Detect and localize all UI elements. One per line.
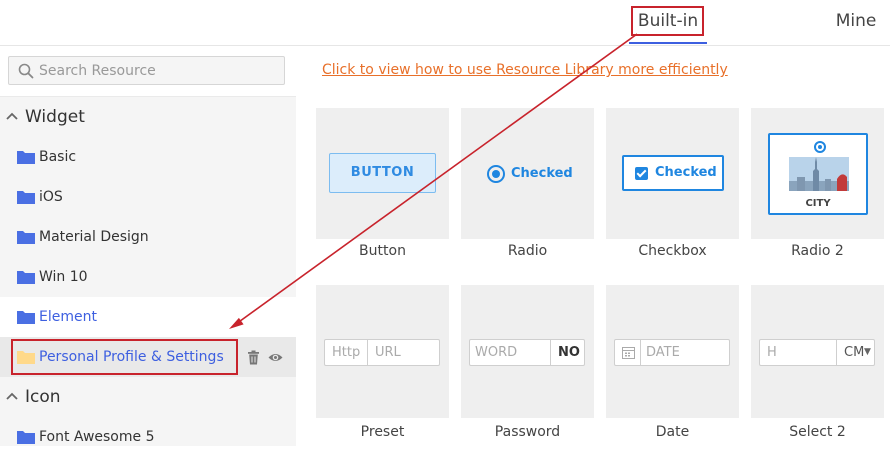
help-link[interactable]: Click to view how to use Resource Librar… (322, 62, 728, 78)
widget-name: Radio 2 (791, 243, 844, 259)
sidebar-item-font-awesome-5[interactable]: Font Awesome 5 (0, 417, 296, 457)
password-text: WORD (475, 345, 518, 360)
search-input[interactable] (39, 57, 279, 84)
widget-name: Checkbox (638, 243, 707, 259)
sidebar-item-ios[interactable]: iOS (0, 177, 296, 217)
radio-checked-icon (487, 165, 505, 183)
folder-icon (17, 231, 35, 244)
widget-preview: H CM ▼ (751, 285, 884, 418)
sidebar-item-label: Basic (39, 149, 77, 165)
active-tab-underline (629, 42, 707, 44)
sidebar-item-personal-profile[interactable]: Personal Profile & Settings (0, 337, 296, 377)
select-2-text: H (767, 345, 777, 360)
password-preview: WORD NO (469, 339, 585, 366)
sidebar: Widget Basic iOS Material Design Win 10 … (0, 96, 296, 446)
section-widget-title: Widget (25, 107, 85, 127)
preset-preview: Http URL (324, 339, 440, 366)
city-image (789, 157, 849, 191)
widget-preview: BUTTON (316, 108, 449, 239)
checkbox-preview: Checked (622, 155, 724, 191)
radio-checked-icon (814, 141, 826, 153)
widget-name: Date (655, 424, 690, 440)
radio-2-preview: CITY (768, 133, 868, 215)
sidebar-item-label: Font Awesome 5 (39, 429, 155, 445)
tab-mine-label: Mine (835, 11, 877, 31)
divider (836, 340, 837, 365)
divider (550, 340, 551, 365)
tab-built-in[interactable]: Built-in (629, 0, 707, 44)
sidebar-item-element[interactable]: Element (0, 297, 296, 337)
button-preview: BUTTON (329, 153, 436, 193)
widget-preview: CITY (751, 108, 884, 239)
highlight-box (11, 339, 238, 375)
folder-icon (17, 151, 35, 164)
sidebar-item-label: iOS (39, 189, 63, 205)
highlight-box (631, 6, 704, 36)
sidebar-item-label: Element (39, 309, 97, 325)
checkbox-checked-icon (635, 167, 648, 180)
widget-preview: WORD NO (461, 285, 594, 418)
divider (640, 340, 641, 365)
chevron-up-icon (6, 392, 18, 400)
date-text: DATE (646, 345, 680, 360)
widget-name: Radio (507, 243, 548, 259)
folder-icon (17, 271, 35, 284)
chevron-up-icon (6, 112, 18, 120)
eye-icon[interactable] (268, 350, 283, 365)
widget-preview: Checked (606, 108, 739, 239)
sidebar-item-label: Win 10 (39, 269, 88, 285)
sidebar-item-basic[interactable]: Basic (0, 137, 296, 177)
folder-icon (17, 311, 35, 324)
divider (367, 340, 368, 365)
folder-icon (17, 431, 35, 444)
sidebar-item-win-10[interactable]: Win 10 (0, 257, 296, 297)
search-icon (18, 63, 34, 79)
widget-name: Password (494, 424, 561, 440)
folder-icon (17, 191, 35, 204)
widget-preview: Http URL (316, 285, 449, 418)
caret-down-icon: ▼ (864, 347, 871, 357)
preset-prefix: Http (332, 345, 361, 360)
search-box (8, 56, 285, 85)
section-widget-header[interactable]: Widget (0, 97, 296, 137)
city-label: CITY (805, 198, 831, 209)
preset-text: URL (375, 345, 401, 360)
radio-preview-label: Checked (511, 166, 573, 181)
date-preview: DATE (614, 339, 730, 366)
tab-mine[interactable]: Mine (826, 0, 886, 44)
widget-name: Select 2 (789, 424, 846, 440)
widget-name: Preset (360, 424, 405, 440)
widget-preview: Checked (461, 108, 594, 239)
section-icon-title: Icon (25, 387, 61, 407)
section-icon-header[interactable]: Icon (0, 377, 296, 417)
widget-preview: DATE (606, 285, 739, 418)
select-2-preview: H CM ▼ (759, 339, 875, 366)
password-suffix: NO (558, 345, 580, 360)
calendar-icon (622, 347, 635, 359)
sidebar-item-material-design[interactable]: Material Design (0, 217, 296, 257)
widget-name: Button (359, 243, 406, 259)
checkbox-preview-label: Checked (655, 165, 717, 180)
sidebar-item-label: Material Design (39, 229, 149, 245)
top-tab-bar: Built-in Mine (0, 0, 890, 46)
trash-icon[interactable] (246, 350, 261, 365)
select-2-unit: CM (844, 345, 865, 360)
